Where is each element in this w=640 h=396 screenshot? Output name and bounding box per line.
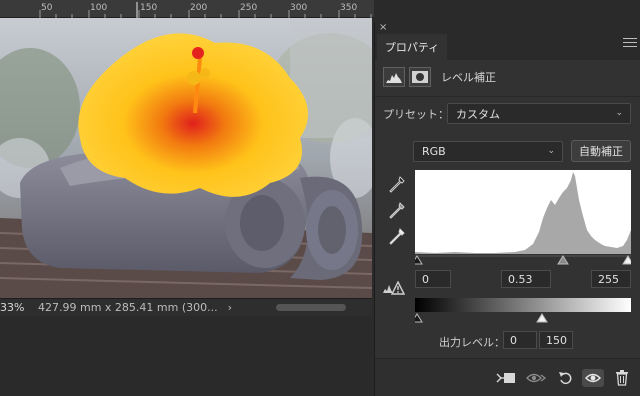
panel-menu-icon[interactable]: [623, 38, 637, 48]
output-levels-slider[interactable]: [415, 312, 631, 324]
ruler-label: 200: [190, 3, 208, 13]
reset-icon[interactable]: [555, 369, 577, 387]
clip-to-layer-icon[interactable]: [495, 369, 517, 387]
chevron-down-icon: ⌄: [547, 146, 555, 156]
clip-warning-icon[interactable]: [383, 281, 405, 295]
close-icon[interactable]: ×: [379, 22, 387, 33]
ruler-label: 300: [290, 3, 308, 13]
ruler-label: 350: [340, 3, 358, 13]
histogram-icon[interactable]: [383, 67, 405, 87]
workspace-background: [0, 316, 372, 396]
ruler-label: 50: [41, 3, 53, 13]
auto-button[interactable]: 自動補正: [571, 140, 631, 162]
input-gamma-field[interactable]: 0.53: [501, 270, 551, 288]
panel-header: × プロパティ: [375, 22, 640, 60]
ruler-label: 250: [240, 3, 258, 13]
preset-value: カスタム: [456, 107, 500, 121]
horizontal-ruler: 50 100 150 200 250 300 350 400: [0, 0, 428, 18]
channel-value: RGB: [422, 145, 446, 158]
adjustment-title: レベル補正: [441, 71, 496, 84]
output-gradient-bar: [415, 298, 631, 312]
document-canvas[interactable]: [0, 18, 372, 298]
preset-label: プリセット：: [383, 108, 449, 121]
input-white-field[interactable]: 255: [591, 270, 631, 288]
tab-properties[interactable]: プロパティ: [377, 34, 447, 60]
status-menu-arrow[interactable]: ›: [228, 301, 232, 314]
preset-dropdown[interactable]: カスタム ⌄: [447, 103, 631, 124]
channel-dropdown[interactable]: RGB ⌄: [413, 141, 563, 162]
zoom-level[interactable]: 33%: [0, 301, 30, 314]
black-eyedropper-icon[interactable]: [389, 176, 405, 194]
output-black-field[interactable]: 0: [503, 331, 537, 349]
input-black-field[interactable]: 0: [415, 270, 451, 288]
document-size: 427.99 mm x 285.41 mm (300...: [38, 301, 218, 314]
visibility-icon[interactable]: [582, 369, 604, 387]
gray-eyedropper-icon[interactable]: [389, 202, 405, 220]
histogram: [415, 170, 631, 254]
mask-icon[interactable]: [409, 67, 431, 87]
white-eyedropper-icon[interactable]: [389, 228, 405, 246]
properties-panel: × プロパティ レベル補正 プリセット： カスタム ⌄ RGB ⌄ 自動補正 0…: [374, 22, 640, 396]
input-levels-slider[interactable]: [415, 254, 631, 266]
ruler-label: 150: [140, 3, 158, 13]
delete-icon[interactable]: [611, 369, 633, 387]
output-white-field[interactable]: 150: [539, 331, 573, 349]
canvas-image: [0, 18, 372, 298]
divider: [375, 96, 640, 97]
panel-footer: [375, 358, 640, 396]
ruler-ticks: [39, 2, 406, 18]
chevron-down-icon: ⌄: [615, 108, 623, 118]
panel-dock-strip: [374, 0, 640, 22]
ruler-label: 100: [90, 3, 108, 13]
horizontal-scrollbar[interactable]: [276, 304, 346, 311]
status-bar: 33% 427.99 mm x 285.41 mm (300... ›: [0, 298, 372, 316]
view-previous-icon[interactable]: [525, 369, 547, 387]
output-levels-label: 出力レベル：: [439, 336, 505, 349]
adjustment-row: レベル補正: [383, 66, 496, 88]
